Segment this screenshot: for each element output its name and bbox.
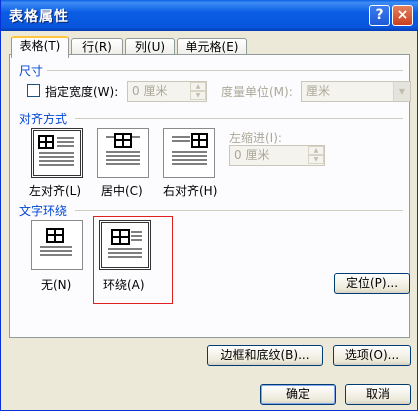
align-left-icon <box>38 135 74 166</box>
text-wrapping-section-label: 文字环绕 <box>19 204 68 218</box>
align-center-label[interactable]: 居中(C) <box>101 182 143 199</box>
preferred-width-checkbox[interactable] <box>27 84 40 97</box>
chevron-down-icon[interactable]: ▼ <box>393 82 410 101</box>
align-center-icon <box>106 133 140 165</box>
measure-in-label: 度量单位(M): <box>221 85 293 99</box>
tab-table[interactable]: 表格(T) <box>11 36 69 58</box>
align-left-option[interactable] <box>31 128 83 178</box>
spin-down-icon[interactable]: ▼ <box>190 91 206 100</box>
wrap-none-icon <box>40 228 72 256</box>
wrap-none-option[interactable] <box>31 220 83 270</box>
table-properties-dialog: 表格属性 ? × 表格(T) 行(R) 列(U) 单元格(E) 尺寸 指定宽度(… <box>0 0 418 411</box>
indent-from-left-label: 左缩进(I): <box>229 131 282 145</box>
spin-down-icon[interactable]: ▼ <box>308 155 324 164</box>
borders-and-shading-button[interactable]: 边框和底纹(B)... <box>207 345 323 366</box>
spin-up-icon[interactable]: ▲ <box>190 82 206 91</box>
indent-spinner[interactable]: ▲ ▼ <box>308 146 324 165</box>
cancel-button[interactable]: 取消 <box>345 384 411 405</box>
align-right-option[interactable] <box>163 128 215 178</box>
align-center-option[interactable] <box>97 128 149 178</box>
positioning-button[interactable]: 定位(P)... <box>334 273 410 294</box>
dialog-title: 表格属性 <box>9 9 69 25</box>
align-right-icon <box>172 133 208 165</box>
size-section-label: 尺寸 <box>19 64 44 78</box>
title-bar[interactable]: 表格属性 ? × <box>1 0 418 31</box>
align-right-label[interactable]: 右对齐(H) <box>163 182 217 199</box>
preferred-width-label: 指定宽度(W): <box>45 85 119 99</box>
size-divider <box>47 70 403 71</box>
wrapping-divider <box>75 210 403 211</box>
help-icon[interactable]: ? <box>369 5 390 26</box>
alignment-divider <box>75 118 403 119</box>
selection-highlight <box>93 216 173 304</box>
alignment-section-label: 对齐方式 <box>19 112 68 126</box>
wrap-none-label[interactable]: 无(N) <box>41 276 71 293</box>
preferred-width-spinner[interactable]: ▲ ▼ <box>190 82 206 101</box>
ok-button[interactable]: 确定 <box>260 384 336 405</box>
close-icon[interactable]: × <box>392 5 413 26</box>
align-left-label[interactable]: 左对齐(L) <box>29 182 81 199</box>
options-button[interactable]: 选项(O)... <box>333 345 411 366</box>
spin-up-icon[interactable]: ▲ <box>308 146 324 155</box>
